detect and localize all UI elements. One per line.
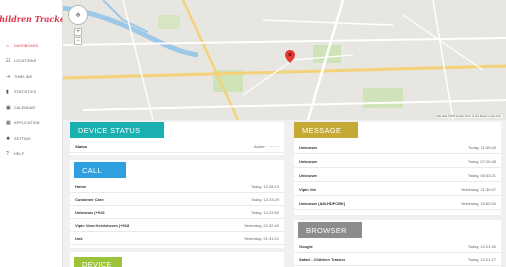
sidebar-item-locations[interactable]: ☷ LOCATIONS [0,54,62,70]
grid-icon: ▦ [6,120,11,127]
message-panel: MESSAGE Unknown Today, 11:55:49 Unknown … [294,122,501,215]
call-header: CALL [74,162,126,178]
message-row[interactable]: Unknown (AM-HDFCBK) Yesterday, 16:50:34 [294,197,501,210]
sidebar-item-statistics[interactable]: ▮ STATISTICS [0,85,62,101]
message-row[interactable]: Vipin Vor Yesterday, 21:30:07 [294,183,501,196]
call-contact: Vipin Vora Kelvisheem (+918 [75,222,130,228]
device-header: DEVICE [74,257,122,267]
sidebar-item-label: APPLICATION [14,121,40,126]
message-sender: Unknown [299,158,317,164]
message-time: Today, 11:55:49 [468,144,496,150]
message-row[interactable]: Unknown Today, 06:53:21 [294,169,501,182]
map-pan-control[interactable]: ✥ [68,5,88,25]
device-status-panel: DEVICE STATUS Status Active · ········ [70,122,284,155]
call-time: Today, 12:23:29 [250,196,279,202]
call-row[interactable]: Unk Yesterday, 21:31:21 [70,232,284,245]
call-panel: CALL Home Today, 12:28:13 Customer Care … [70,160,284,248]
message-time: Yesterday, 21:30:07 [460,186,496,192]
location-map[interactable]: ✥ + − Map data ©2015 Google Terms of Use… [63,0,506,120]
browser-header: BROWSER [298,222,362,238]
gear-icon: ✹ [6,135,11,142]
message-row[interactable]: Unknown Today, 11:55:49 [294,141,501,154]
message-time: Yesterday, 16:50:34 [460,200,496,206]
browser-panel: BROWSER Google Today, 12:21:30 Safari - … [294,220,501,267]
sidebar-item-label: SETTING [14,136,31,141]
message-sender: Unknown [299,144,317,150]
call-row[interactable]: Customer Care Today, 12:23:29 [70,193,284,206]
map-zoom-in-button[interactable]: + [74,28,82,36]
device-status-row: Status Active · ········ [70,140,284,153]
device-status-header: DEVICE STATUS [70,122,164,138]
chart-icon: ▮ [6,89,9,96]
sidebar-item-setting[interactable]: ✹ SETTING [0,131,62,147]
sidebar-item-label: TIMELINE [14,74,33,79]
device-panel: DEVICE [70,252,284,267]
status-value: Active · ········ [253,143,279,149]
map-zoom-out-button[interactable]: − [74,37,82,45]
call-time: Yesterday, 22:32:40 [243,222,279,228]
call-row[interactable]: Unknown (+919 Today, 12:23:50 [70,206,284,219]
map-icon: ☷ [6,58,11,65]
sidebar-item-calendar[interactable]: ▣ CALENDAR [0,100,62,116]
home-icon: ⌂ [6,42,10,49]
browser-site: Safari - Children Tracker [299,256,346,262]
browser-time: Today, 12:21:27 [467,256,496,262]
call-time: Today, 12:28:13 [250,183,279,189]
location-pin-icon[interactable] [285,50,295,63]
calendar-icon: ▣ [6,104,11,111]
call-time: Yesterday, 21:31:21 [243,235,279,241]
browser-site: Google [299,243,313,249]
sidebar-item-label: DASHBOARD [14,43,39,48]
message-sender: Unknown [299,172,317,178]
browser-row[interactable]: Google Today, 12:21:30 [294,240,501,253]
sidebar-item-dashboard[interactable]: ⌂ DASHBOARD [0,38,62,54]
status-label: Status [75,143,88,149]
message-time: Today, 07:26:48 [467,158,496,164]
call-contact: Unknown (+919 [75,209,105,215]
sidebar-item-label: CALENDAR [14,105,36,110]
call-contact: Customer Care [75,196,104,202]
message-header: MESSAGE [294,122,358,138]
message-row[interactable]: Unknown Today, 07:26:48 [294,155,501,168]
call-row[interactable]: Vipin Vora Kelvisheem (+918 Yesterday, 2… [70,219,284,232]
message-sender: Unknown (AM-HDFCBK) [299,200,346,206]
call-row[interactable]: Home Today, 12:28:13 [70,180,284,193]
timeline-icon: ⇥ [6,73,11,80]
sidebar: Children Tracker ⌂ DASHBOARD ☷ LOCATIONS… [0,0,69,267]
map-attribution[interactable]: Map data ©2015 Google Terms of Use Repor… [435,115,502,118]
call-time: Today, 12:23:50 [250,209,279,215]
help-icon: ? [6,151,9,158]
message-time: Today, 06:53:21 [467,172,496,178]
call-contact: Home [75,183,87,189]
sidebar-item-help[interactable]: ? HELP [0,147,62,163]
message-sender: Vipin Vor [299,186,317,192]
app-logo[interactable]: Children Tracker [0,0,69,38]
sidebar-item-application[interactable]: ▦ APPLICATION [0,116,62,132]
sidebar-item-timeline[interactable]: ⇥ TIMELINE [0,69,62,85]
sidebar-item-label: LOCATIONS [14,59,37,64]
sidebar-item-label: HELP [14,152,25,157]
browser-time: Today, 12:21:30 [467,243,496,249]
sidebar-item-label: STATISTICS [14,90,37,95]
browser-row[interactable]: Safari - Children Tracker Today, 12:21:2… [294,253,501,266]
call-contact: Unk [75,235,83,241]
